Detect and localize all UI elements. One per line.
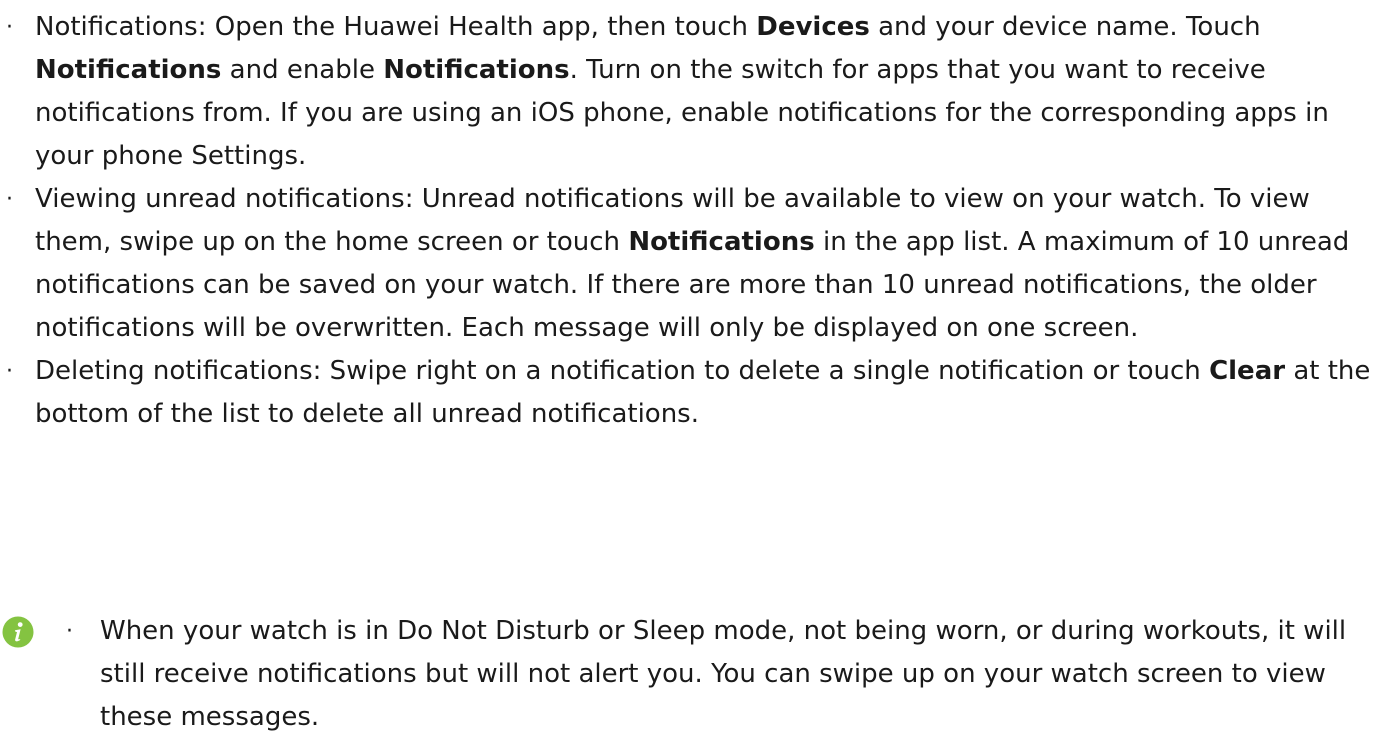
- bullet-dot: ·: [6, 359, 13, 384]
- info-icon: [2, 616, 34, 648]
- bullet-dot: ·: [66, 619, 73, 644]
- bullet-deleting-notifications: · Deleting notifications: Swipe right on…: [0, 350, 1380, 436]
- bullet-viewing-unread: · Viewing unread notifications: Unread n…: [0, 178, 1380, 350]
- notification-bullet-list: · Notifications: Open the Huawei Health …: [0, 6, 1380, 436]
- bold-term-devices: Devices: [756, 12, 870, 42]
- bullet-notifications-setup: · Notifications: Open the Huawei Health …: [0, 6, 1380, 178]
- bullet-dot: ·: [6, 15, 13, 40]
- bold-term-notifications: Notifications: [383, 55, 570, 85]
- bullet-text: Notifications: Open the Huawei Health ap…: [35, 12, 757, 42]
- document-page: · Notifications: Open the Huawei Health …: [0, 0, 1390, 732]
- bold-term-clear: Clear: [1209, 356, 1286, 386]
- bullet-text: and your device name. Touch: [869, 12, 1261, 42]
- note-bullet-list: · When your watch is in Do Not Disturb o…: [64, 610, 1374, 739]
- bold-term-notifications: Notifications: [628, 227, 815, 257]
- bold-term-notifications: Notifications: [35, 55, 222, 85]
- info-note: · When your watch is in Do Not Disturb o…: [0, 610, 1380, 732]
- bullet-text: Deleting notifications: Swipe right on a…: [35, 356, 1210, 386]
- bullet-dot: ·: [6, 187, 13, 212]
- bullet-text: and enable: [221, 55, 384, 85]
- note-item: · When your watch is in Do Not Disturb o…: [64, 610, 1374, 739]
